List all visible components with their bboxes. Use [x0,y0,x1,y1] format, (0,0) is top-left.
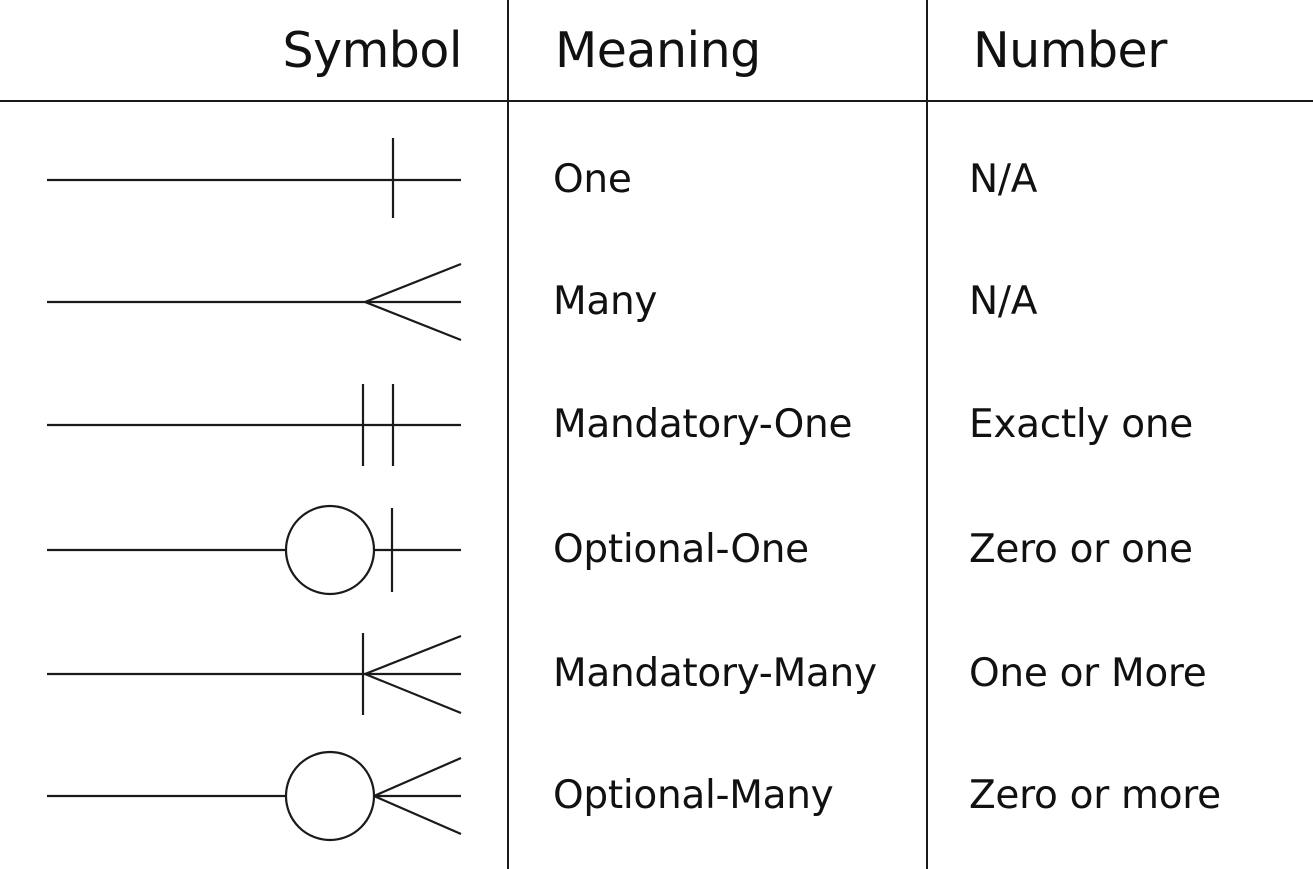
number-cell: One or More [969,651,1207,696]
number-cell: Exactly one [969,402,1193,447]
mandatory-one-icon [47,384,461,466]
number-cell: N/A [969,157,1038,202]
meaning-cell: Many [553,279,658,324]
table-row: Optional-One Zero or one [0,490,1313,610]
many-icon [47,262,462,342]
optional-many-icon [47,750,462,842]
table-row: Mandatory-Many One or More [0,614,1313,734]
header-number: Number [973,22,1167,79]
one-icon [47,138,461,218]
header-divider [0,100,1313,102]
table-row: One N/A [0,120,1313,240]
number-cell: N/A [969,279,1038,324]
meaning-cell: Optional-One [553,527,809,572]
mandatory-many-icon [47,633,462,715]
meaning-cell: Optional-Many [553,773,834,818]
header-meaning: Meaning [555,22,761,79]
meaning-cell: Mandatory-Many [553,651,877,696]
header-symbol: Symbol [282,22,462,79]
optional-one-icon [47,504,461,596]
erd-notation-table: Symbol Meaning Number One N/A Many N/A M… [0,0,1313,869]
table-row: Mandatory-One Exactly one [0,365,1313,485]
meaning-cell: Mandatory-One [553,402,853,447]
table-row: Many N/A [0,242,1313,362]
table-row: Optional-Many Zero or more [0,736,1313,856]
meaning-cell: One [553,157,632,202]
number-cell: Zero or one [969,527,1193,572]
number-cell: Zero or more [969,773,1221,818]
